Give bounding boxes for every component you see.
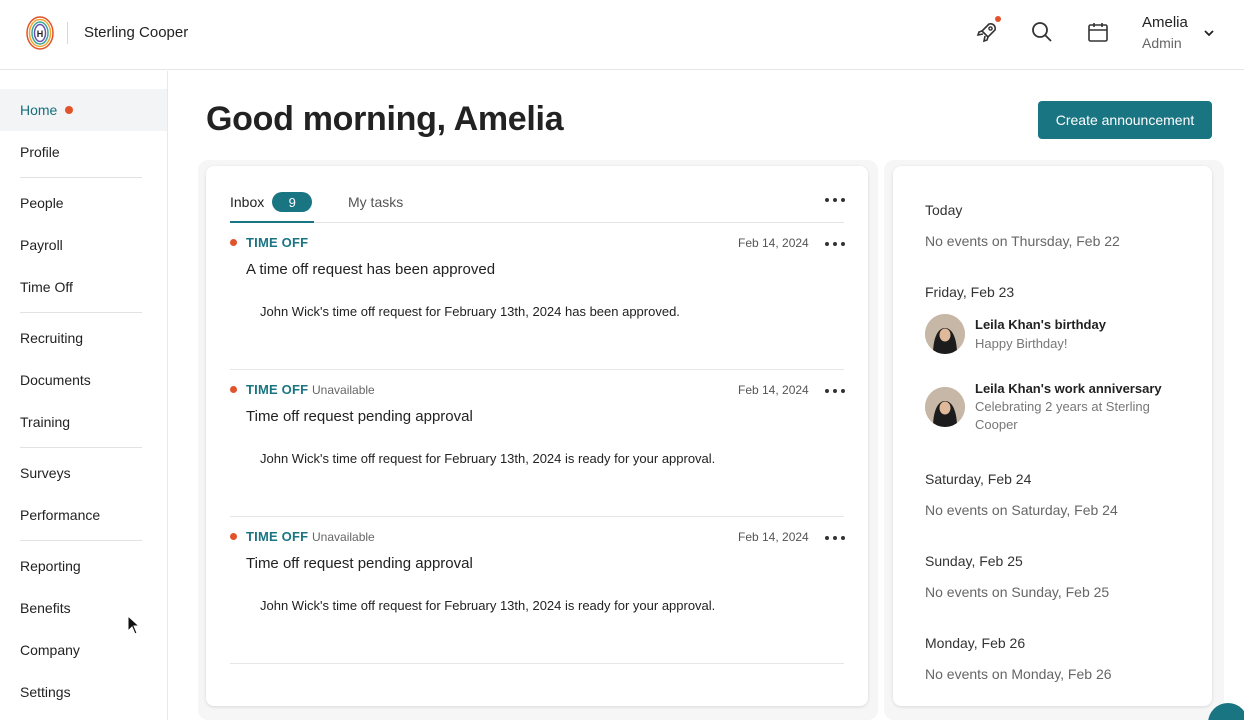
- sidebar-item-reporting[interactable]: Reporting: [0, 545, 167, 587]
- user-role: Admin: [1142, 35, 1182, 51]
- sidebar-item-people[interactable]: People: [0, 182, 167, 224]
- calendar-no-events: No events on Saturday, Feb 24: [925, 502, 1118, 518]
- sidebar-item-label: Reporting: [20, 558, 81, 574]
- sidebar-item-surveys[interactable]: Surveys: [0, 452, 167, 494]
- create-announcement-button[interactable]: Create announcement: [1038, 101, 1212, 139]
- more-icon[interactable]: [825, 531, 845, 545]
- sidebar-item-label: Profile: [20, 144, 60, 160]
- logo-divider: [67, 22, 68, 44]
- sidebar-divider: [20, 540, 142, 541]
- user-name[interactable]: Amelia: [1142, 14, 1188, 31]
- avatar[interactable]: [925, 387, 965, 427]
- calendar-card: Today No events on Thursday, Feb 22 Frid…: [893, 166, 1212, 706]
- sidebar-item-performance[interactable]: Performance: [0, 494, 167, 536]
- calendar-day-label: Saturday, Feb 24: [925, 471, 1032, 487]
- sidebar-item-training[interactable]: Training: [0, 401, 167, 443]
- sidebar-item-label: Company: [20, 642, 80, 658]
- sidebar-divider: [20, 312, 142, 313]
- event-title[interactable]: Leila Khan's work anniversary: [975, 381, 1162, 396]
- item-body: John Wick's time off request for Februar…: [260, 451, 716, 466]
- item-status: Unavailable: [312, 530, 375, 544]
- company-name: Sterling Cooper: [84, 24, 189, 41]
- sidebar-item-time-off[interactable]: Time Off: [0, 266, 167, 308]
- item-title: A time off request has been approved: [246, 261, 496, 278]
- item-date: Feb 14, 2024: [738, 236, 809, 250]
- sidebar-item-label: Documents: [20, 372, 91, 388]
- item-category: TIME OFF: [246, 235, 309, 250]
- sidebar-item-label: Benefits: [20, 600, 71, 616]
- notification-dot: [995, 16, 1001, 22]
- sidebar-item-label: Surveys: [20, 465, 71, 481]
- rocket-icon[interactable]: [975, 20, 999, 44]
- sidebar-item-label: Training: [20, 414, 71, 430]
- list-item[interactable]: TIME OFF Unavailable Feb 14, 2024 Time o…: [230, 517, 845, 664]
- item-body: John Wick's time off request for Februar…: [260, 598, 716, 613]
- item-body: John Wick's time off request for Februar…: [260, 304, 680, 319]
- item-title: Time off request pending approval: [246, 408, 473, 425]
- sidebar-item-label: Payroll: [20, 237, 63, 253]
- chevron-down-icon[interactable]: [1202, 26, 1216, 40]
- sidebar-item-recruiting[interactable]: Recruiting: [0, 317, 167, 359]
- mouse-cursor-icon: [127, 615, 141, 635]
- unread-dot: [230, 386, 237, 393]
- sidebar-divider: [20, 447, 142, 448]
- event-subtitle: Celebrating 2 years at Sterling Cooper: [975, 399, 1150, 432]
- sidebar-item-company[interactable]: Company: [0, 629, 167, 671]
- calendar-day-label: Today: [925, 202, 963, 218]
- inbox-tabs: Inbox 9 My tasks: [230, 190, 844, 223]
- calendar-icon[interactable]: [1086, 20, 1110, 44]
- sidebar-item-benefits[interactable]: Benefits: [0, 587, 167, 629]
- sidebar-item-label: Recruiting: [20, 330, 84, 346]
- sidebar-item-label: Performance: [20, 507, 101, 523]
- event-title[interactable]: Leila Khan's birthday: [975, 317, 1106, 332]
- calendar-day-label: Sunday, Feb 25: [925, 553, 1023, 569]
- notification-dot: [65, 106, 74, 114]
- item-category: TIME OFF: [246, 529, 309, 544]
- sidebar-item-label: Settings: [20, 684, 71, 700]
- item-category: TIME OFF: [246, 382, 309, 397]
- sidebar-item-label: Time Off: [20, 279, 73, 295]
- unread-dot: [230, 239, 237, 246]
- item-date: Feb 14, 2024: [738, 383, 809, 397]
- tab-inbox-label: Inbox: [230, 194, 265, 210]
- tab-inbox[interactable]: Inbox 9: [230, 190, 314, 223]
- item-title: Time off request pending approval: [246, 555, 473, 572]
- sidebar-divider: [20, 177, 142, 178]
- top-header: H Sterling Cooper Amelia Admin: [0, 0, 1244, 70]
- calendar-no-events: No events on Monday, Feb 26: [925, 666, 1112, 682]
- search-icon[interactable]: [1030, 20, 1054, 44]
- item-date: Feb 14, 2024: [738, 530, 809, 544]
- calendar-no-events: No events on Sunday, Feb 25: [925, 584, 1110, 600]
- list-item[interactable]: TIME OFF Feb 14, 2024 A time off request…: [230, 223, 845, 370]
- more-icon[interactable]: [825, 237, 845, 251]
- calendar-no-events: No events on Thursday, Feb 22: [925, 233, 1120, 249]
- avatar[interactable]: [925, 314, 965, 354]
- sidebar-item-home[interactable]: Home: [0, 89, 167, 131]
- tab-my-tasks[interactable]: My tasks: [348, 194, 403, 210]
- more-icon[interactable]: [825, 384, 845, 398]
- inbox-count-badge: 9: [272, 192, 313, 212]
- sidebar-item-profile[interactable]: Profile: [0, 131, 167, 173]
- calendar-day-label: Friday, Feb 23: [925, 284, 1015, 300]
- sidebar-item-label: Home: [20, 102, 58, 118]
- page-title: Good morning, Amelia: [206, 100, 564, 138]
- inbox-card: Inbox 9 My tasks TIME OFF Feb 14, 2024 A…: [206, 166, 868, 706]
- more-icon[interactable]: [825, 193, 845, 207]
- event-subtitle: Happy Birthday!: [975, 336, 1068, 351]
- item-status: Unavailable: [312, 383, 375, 397]
- sidebar-item-label: People: [20, 195, 64, 211]
- unread-dot: [230, 533, 237, 540]
- calendar-day-label: Monday, Feb 26: [925, 635, 1026, 651]
- logo-icon[interactable]: H: [26, 15, 54, 51]
- sidebar-item-documents[interactable]: Documents: [0, 359, 167, 401]
- svg-text:H: H: [37, 29, 44, 39]
- list-item[interactable]: TIME OFF Unavailable Feb 14, 2024 Time o…: [230, 370, 845, 517]
- sidebar-item-payroll[interactable]: Payroll: [0, 224, 167, 266]
- sidebar: Home Profile People Payroll Time Off Rec…: [0, 71, 168, 720]
- sidebar-item-settings[interactable]: Settings: [0, 671, 167, 713]
